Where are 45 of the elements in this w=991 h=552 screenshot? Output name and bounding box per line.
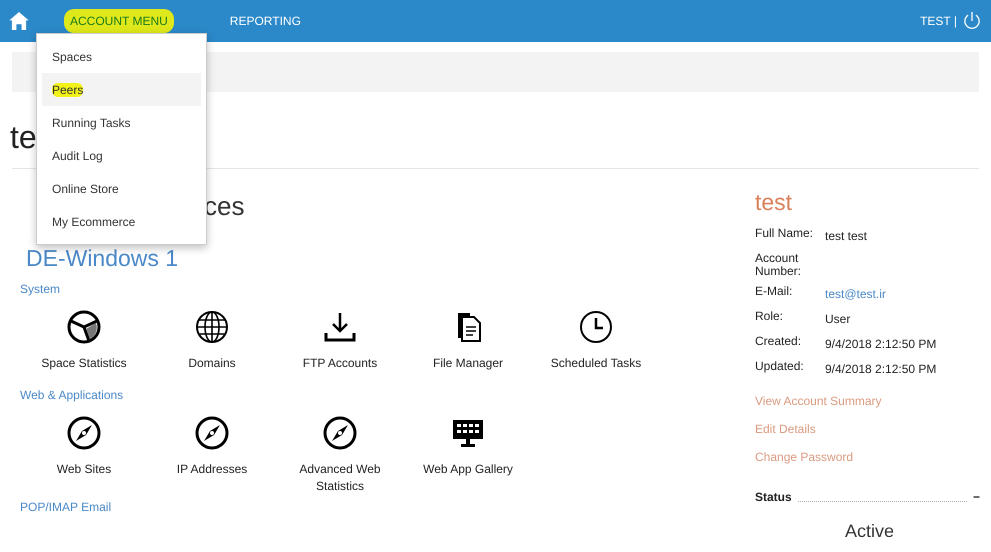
menu-item[interactable]: Spaces xyxy=(42,40,201,73)
field-label: Account Number: xyxy=(755,252,802,278)
menu-item[interactable]: Online Store xyxy=(42,172,201,205)
email-link[interactable]: test@test.ir xyxy=(825,285,886,304)
field-label: Role: xyxy=(755,310,784,326)
field-label: E-Mail: xyxy=(755,285,794,300)
field-value: 9/4/2018 2:12:50 PM xyxy=(825,361,936,378)
home-icon[interactable] xyxy=(8,10,30,32)
pie-chart-icon xyxy=(67,310,101,344)
tile-label[interactable]: File Manager xyxy=(432,354,504,372)
menu-item[interactable]: My Ecommerce xyxy=(42,205,201,238)
tile-label[interactable]: FTP Accounts xyxy=(302,354,378,372)
tile-label[interactable]: Scheduled Tasks xyxy=(550,354,642,372)
tile-label[interactable]: Web App Gallery xyxy=(423,460,513,478)
group-title[interactable]: POP/IMAP Email xyxy=(20,498,112,516)
user-title: test xyxy=(755,188,794,218)
menu-item[interactable]: Running Tasks xyxy=(42,106,201,139)
tile-label[interactable]: IP Addresses xyxy=(176,460,248,478)
status-title: Status xyxy=(755,489,792,506)
tile-label[interactable]: Domains xyxy=(188,354,236,372)
compass-icon xyxy=(195,416,229,450)
menu-item[interactable]: Peers xyxy=(42,73,201,106)
field-value: 9/4/2018 2:12:50 PM xyxy=(825,336,936,354)
space-name[interactable]: DE-Windows 1 xyxy=(26,241,178,276)
tile-label[interactable]: Advanced Web Statistics xyxy=(290,460,390,494)
field-label: Updated: xyxy=(755,360,805,376)
group-title[interactable]: System xyxy=(20,280,60,298)
nav-link[interactable]: ACCOUNT MENU xyxy=(64,9,174,33)
group-title[interactable]: Web & Applications xyxy=(20,386,124,404)
field-label: Created: xyxy=(755,335,802,350)
menu-item[interactable]: Audit Log xyxy=(42,139,201,172)
globe-icon xyxy=(195,310,229,344)
user-name: TEST | xyxy=(920,13,957,30)
collapse-toggle[interactable]: − xyxy=(972,488,980,506)
tile-label[interactable]: Space Statistics xyxy=(41,354,127,372)
page-title: te xyxy=(10,118,37,156)
compass-icon xyxy=(323,416,357,450)
field-value: test test xyxy=(825,228,868,245)
field-value: User xyxy=(825,311,850,328)
compass-icon xyxy=(67,416,101,450)
clock-icon xyxy=(579,310,613,344)
nav-link[interactable]: REPORTING xyxy=(224,9,307,33)
status-value: Active xyxy=(845,520,894,544)
field-label: Full Name: xyxy=(755,226,814,242)
tile-label[interactable]: Web Sites xyxy=(56,460,112,478)
